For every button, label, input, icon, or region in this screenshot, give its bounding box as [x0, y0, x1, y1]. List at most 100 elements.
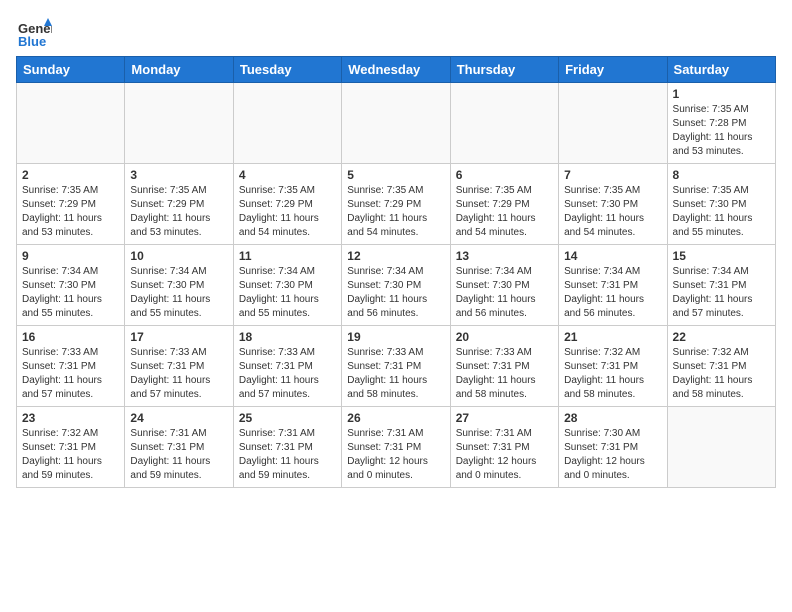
calendar-cell: 10 Sunrise: 7:34 AM Sunset: 7:30 PM Dayli… — [125, 245, 233, 326]
calendar-cell: 19 Sunrise: 7:33 AM Sunset: 7:31 PM Dayli… — [342, 326, 450, 407]
page-header: General Blue — [16, 16, 776, 52]
calendar-cell: 4 Sunrise: 7:35 AM Sunset: 7:29 PM Daylig… — [233, 164, 341, 245]
day-number: 4 — [239, 168, 336, 182]
day-info: Sunrise: 7:35 AM Sunset: 7:29 PM Dayligh… — [22, 184, 119, 240]
day-number: 28 — [564, 411, 661, 425]
day-number: 16 — [22, 330, 119, 344]
day-number: 13 — [456, 249, 553, 263]
day-number: 1 — [673, 87, 770, 101]
calendar-cell: 18 Sunrise: 7:33 AM Sunset: 7:31 PM Dayli… — [233, 326, 341, 407]
day-info: Sunrise: 7:34 AM Sunset: 7:30 PM Dayligh… — [130, 265, 227, 321]
weekday-header: Wednesday — [342, 57, 450, 83]
day-number: 5 — [347, 168, 444, 182]
day-number: 22 — [673, 330, 770, 344]
calendar-cell: 17 Sunrise: 7:33 AM Sunset: 7:31 PM Dayli… — [125, 326, 233, 407]
day-info: Sunrise: 7:33 AM Sunset: 7:31 PM Dayligh… — [130, 346, 227, 402]
day-number: 10 — [130, 249, 227, 263]
day-info: Sunrise: 7:31 AM Sunset: 7:31 PM Dayligh… — [130, 427, 227, 483]
calendar-cell: 14 Sunrise: 7:34 AM Sunset: 7:31 PM Dayli… — [559, 245, 667, 326]
day-info: Sunrise: 7:30 AM Sunset: 7:31 PM Dayligh… — [564, 427, 661, 483]
day-info: Sunrise: 7:33 AM Sunset: 7:31 PM Dayligh… — [239, 346, 336, 402]
calendar-cell: 1Sunrise: 7:35 AM Sunset: 7:28 PM Daylig… — [667, 83, 775, 164]
day-number: 25 — [239, 411, 336, 425]
day-info: Sunrise: 7:33 AM Sunset: 7:31 PM Dayligh… — [347, 346, 444, 402]
day-info: Sunrise: 7:35 AM Sunset: 7:29 PM Dayligh… — [239, 184, 336, 240]
day-info: Sunrise: 7:33 AM Sunset: 7:31 PM Dayligh… — [456, 346, 553, 402]
day-number: 21 — [564, 330, 661, 344]
calendar-cell: 22 Sunrise: 7:32 AM Sunset: 7:31 PM Dayli… — [667, 326, 775, 407]
calendar-cell: 23Sunrise: 7:32 AM Sunset: 7:31 PM Dayli… — [17, 407, 125, 488]
weekday-header: Monday — [125, 57, 233, 83]
day-info: Sunrise: 7:31 AM Sunset: 7:31 PM Dayligh… — [347, 427, 444, 483]
day-number: 14 — [564, 249, 661, 263]
weekday-header: Sunday — [17, 57, 125, 83]
day-info: Sunrise: 7:35 AM Sunset: 7:29 PM Dayligh… — [130, 184, 227, 240]
calendar-cell: 21 Sunrise: 7:32 AM Sunset: 7:31 PM Dayli… — [559, 326, 667, 407]
calendar-cell — [17, 83, 125, 164]
day-number: 6 — [456, 168, 553, 182]
calendar-cell: 15 Sunrise: 7:34 AM Sunset: 7:31 PM Dayli… — [667, 245, 775, 326]
calendar-cell: 9 Sunrise: 7:34 AM Sunset: 7:30 PM Daylig… — [17, 245, 125, 326]
day-info: Sunrise: 7:34 AM Sunset: 7:30 PM Dayligh… — [239, 265, 336, 321]
calendar-cell: 2 Sunrise: 7:35 AM Sunset: 7:29 PM Daylig… — [17, 164, 125, 245]
day-info: Sunrise: 7:33 AM Sunset: 7:31 PM Dayligh… — [22, 346, 119, 402]
day-number: 27 — [456, 411, 553, 425]
day-info: Sunrise: 7:35 AM Sunset: 7:30 PM Dayligh… — [564, 184, 661, 240]
calendar-cell: 16 Sunrise: 7:33 AM Sunset: 7:31 PM Dayli… — [17, 326, 125, 407]
day-number: 19 — [347, 330, 444, 344]
day-number: 2 — [22, 168, 119, 182]
day-number: 23 — [22, 411, 119, 425]
calendar-cell: 27 Sunrise: 7:31 AM Sunset: 7:31 PM Dayli… — [450, 407, 558, 488]
calendar-cell — [233, 83, 341, 164]
day-info: Sunrise: 7:31 AM Sunset: 7:31 PM Dayligh… — [456, 427, 553, 483]
day-number: 8 — [673, 168, 770, 182]
day-number: 20 — [456, 330, 553, 344]
calendar-table: SundayMondayTuesdayWednesdayThursdayFrid… — [16, 56, 776, 488]
logo-icon: General Blue — [16, 16, 52, 52]
day-number: 12 — [347, 249, 444, 263]
day-number: 3 — [130, 168, 227, 182]
day-number: 11 — [239, 249, 336, 263]
calendar-week-row: 2 Sunrise: 7:35 AM Sunset: 7:29 PM Daylig… — [17, 164, 776, 245]
svg-text:Blue: Blue — [18, 34, 46, 49]
weekday-header: Saturday — [667, 57, 775, 83]
day-info: Sunrise: 7:34 AM Sunset: 7:30 PM Dayligh… — [22, 265, 119, 321]
day-number: 17 — [130, 330, 227, 344]
calendar-cell: 20 Sunrise: 7:33 AM Sunset: 7:31 PM Dayli… — [450, 326, 558, 407]
calendar-cell — [342, 83, 450, 164]
calendar-week-row: 1Sunrise: 7:35 AM Sunset: 7:28 PM Daylig… — [17, 83, 776, 164]
calendar-cell: 11 Sunrise: 7:34 AM Sunset: 7:30 PM Dayli… — [233, 245, 341, 326]
calendar-cell — [667, 407, 775, 488]
day-info: Sunrise: 7:31 AM Sunset: 7:31 PM Dayligh… — [239, 427, 336, 483]
calendar-cell: 7 Sunrise: 7:35 AM Sunset: 7:30 PM Daylig… — [559, 164, 667, 245]
calendar-week-row: 23Sunrise: 7:32 AM Sunset: 7:31 PM Dayli… — [17, 407, 776, 488]
day-number: 7 — [564, 168, 661, 182]
calendar-week-row: 9 Sunrise: 7:34 AM Sunset: 7:30 PM Daylig… — [17, 245, 776, 326]
calendar-cell: 25 Sunrise: 7:31 AM Sunset: 7:31 PM Dayli… — [233, 407, 341, 488]
calendar-cell: 12Sunrise: 7:34 AM Sunset: 7:30 PM Dayli… — [342, 245, 450, 326]
calendar-cell: 8 Sunrise: 7:35 AM Sunset: 7:30 PM Daylig… — [667, 164, 775, 245]
day-info: Sunrise: 7:35 AM Sunset: 7:29 PM Dayligh… — [347, 184, 444, 240]
weekday-header-row: SundayMondayTuesdayWednesdayThursdayFrid… — [17, 57, 776, 83]
calendar-cell: 13Sunrise: 7:34 AM Sunset: 7:30 PM Dayli… — [450, 245, 558, 326]
weekday-header: Tuesday — [233, 57, 341, 83]
day-number: 26 — [347, 411, 444, 425]
calendar-cell: 6 Sunrise: 7:35 AM Sunset: 7:29 PM Daylig… — [450, 164, 558, 245]
calendar-cell: 3 Sunrise: 7:35 AM Sunset: 7:29 PM Daylig… — [125, 164, 233, 245]
day-number: 15 — [673, 249, 770, 263]
day-info: Sunrise: 7:34 AM Sunset: 7:31 PM Dayligh… — [564, 265, 661, 321]
day-number: 24 — [130, 411, 227, 425]
calendar-cell: 26 Sunrise: 7:31 AM Sunset: 7:31 PM Dayli… — [342, 407, 450, 488]
calendar-cell: 28 Sunrise: 7:30 AM Sunset: 7:31 PM Dayli… — [559, 407, 667, 488]
calendar-cell: 5 Sunrise: 7:35 AM Sunset: 7:29 PM Daylig… — [342, 164, 450, 245]
day-number: 9 — [22, 249, 119, 263]
day-info: Sunrise: 7:32 AM Sunset: 7:31 PM Dayligh… — [673, 346, 770, 402]
day-info: Sunrise: 7:32 AM Sunset: 7:31 PM Dayligh… — [564, 346, 661, 402]
weekday-header: Thursday — [450, 57, 558, 83]
calendar-week-row: 16 Sunrise: 7:33 AM Sunset: 7:31 PM Dayli… — [17, 326, 776, 407]
day-info: Sunrise: 7:35 AM Sunset: 7:30 PM Dayligh… — [673, 184, 770, 240]
calendar-cell — [559, 83, 667, 164]
day-info: Sunrise: 7:35 AM Sunset: 7:29 PM Dayligh… — [456, 184, 553, 240]
day-number: 18 — [239, 330, 336, 344]
day-info: Sunrise: 7:34 AM Sunset: 7:31 PM Dayligh… — [673, 265, 770, 321]
